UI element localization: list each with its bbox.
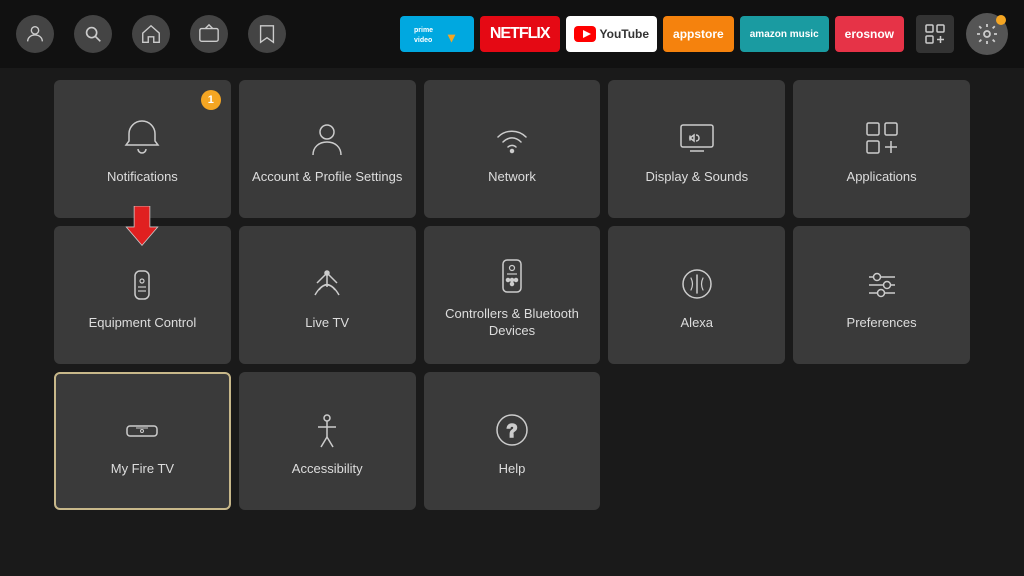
help-label: Help [499, 461, 526, 478]
nav-apps: prime video ▾ NETFLIX YouTube appstore [400, 16, 904, 52]
bookmark-icon[interactable] [248, 15, 286, 53]
live-tv-label: Live TV [305, 315, 349, 332]
preferences-label: Preferences [847, 315, 917, 332]
page-wrapper: prime video ▾ NETFLIX YouTube appstore [0, 0, 1024, 522]
search-icon[interactable] [74, 15, 112, 53]
nav-left [16, 15, 286, 53]
grid-item-notifications[interactable]: 1 Notifications [54, 80, 231, 218]
applications-label: Applications [847, 169, 917, 186]
grid-item-help[interactable]: ? Help [424, 372, 601, 510]
svg-text:video: video [414, 37, 432, 44]
grid-item-display-sounds[interactable]: Display & Sounds [608, 80, 785, 218]
erosnow-app[interactable]: erosnow [835, 16, 904, 52]
svg-text:▾: ▾ [447, 29, 456, 45]
svg-text:prime: prime [414, 27, 433, 34]
amazon-music-app[interactable]: amazon music [740, 16, 829, 52]
grid-item-applications[interactable]: Applications [793, 80, 970, 218]
grid-item-accessibility[interactable]: Accessibility [239, 372, 416, 510]
grid-item-equipment-control[interactable]: Equipment Control [54, 226, 231, 364]
alexa-label: Alexa [681, 315, 714, 332]
grid-item-alexa[interactable]: Alexa [608, 226, 785, 364]
accessibility-label: Accessibility [292, 461, 363, 478]
settings-grid: 1 Notifications Account & Profile Settin… [0, 68, 1024, 522]
grid-item-controllers-bluetooth[interactable]: Controllers & Bluetooth Devices [424, 226, 601, 364]
navbar: prime video ▾ NETFLIX YouTube appstore [0, 0, 1024, 68]
settings-notification-dot [996, 15, 1006, 25]
grid-item-account-profile[interactable]: Account & Profile Settings [239, 80, 416, 218]
controllers-bluetooth-label: Controllers & Bluetooth Devices [434, 306, 591, 340]
display-sounds-label: Display & Sounds [645, 169, 748, 186]
grid-item-preferences[interactable]: Preferences [793, 226, 970, 364]
netflix-app[interactable]: NETFLIX [480, 16, 560, 52]
svg-text:?: ? [506, 421, 517, 441]
youtube-app[interactable]: YouTube [566, 16, 658, 52]
profile-icon[interactable] [16, 15, 54, 53]
grid-item-live-tv[interactable]: Live TV [239, 226, 416, 364]
my-fire-tv-label: My Fire TV [111, 461, 174, 478]
appstore-app[interactable]: appstore [663, 16, 734, 52]
prime-video-app[interactable]: prime video ▾ [400, 16, 474, 52]
tv-icon[interactable] [190, 15, 228, 53]
grid-item-my-fire-tv[interactable]: My Fire TV [54, 372, 231, 510]
equipment-control-label: Equipment Control [89, 315, 197, 332]
grid-icon[interactable] [916, 15, 954, 53]
notifications-label: Notifications [107, 169, 178, 186]
settings-icon[interactable] [966, 13, 1008, 55]
grid-item-network[interactable]: Network [424, 80, 601, 218]
notifications-badge: 1 [201, 90, 221, 110]
account-profile-label: Account & Profile Settings [252, 169, 402, 186]
network-label: Network [488, 169, 536, 186]
home-icon[interactable] [132, 15, 170, 53]
